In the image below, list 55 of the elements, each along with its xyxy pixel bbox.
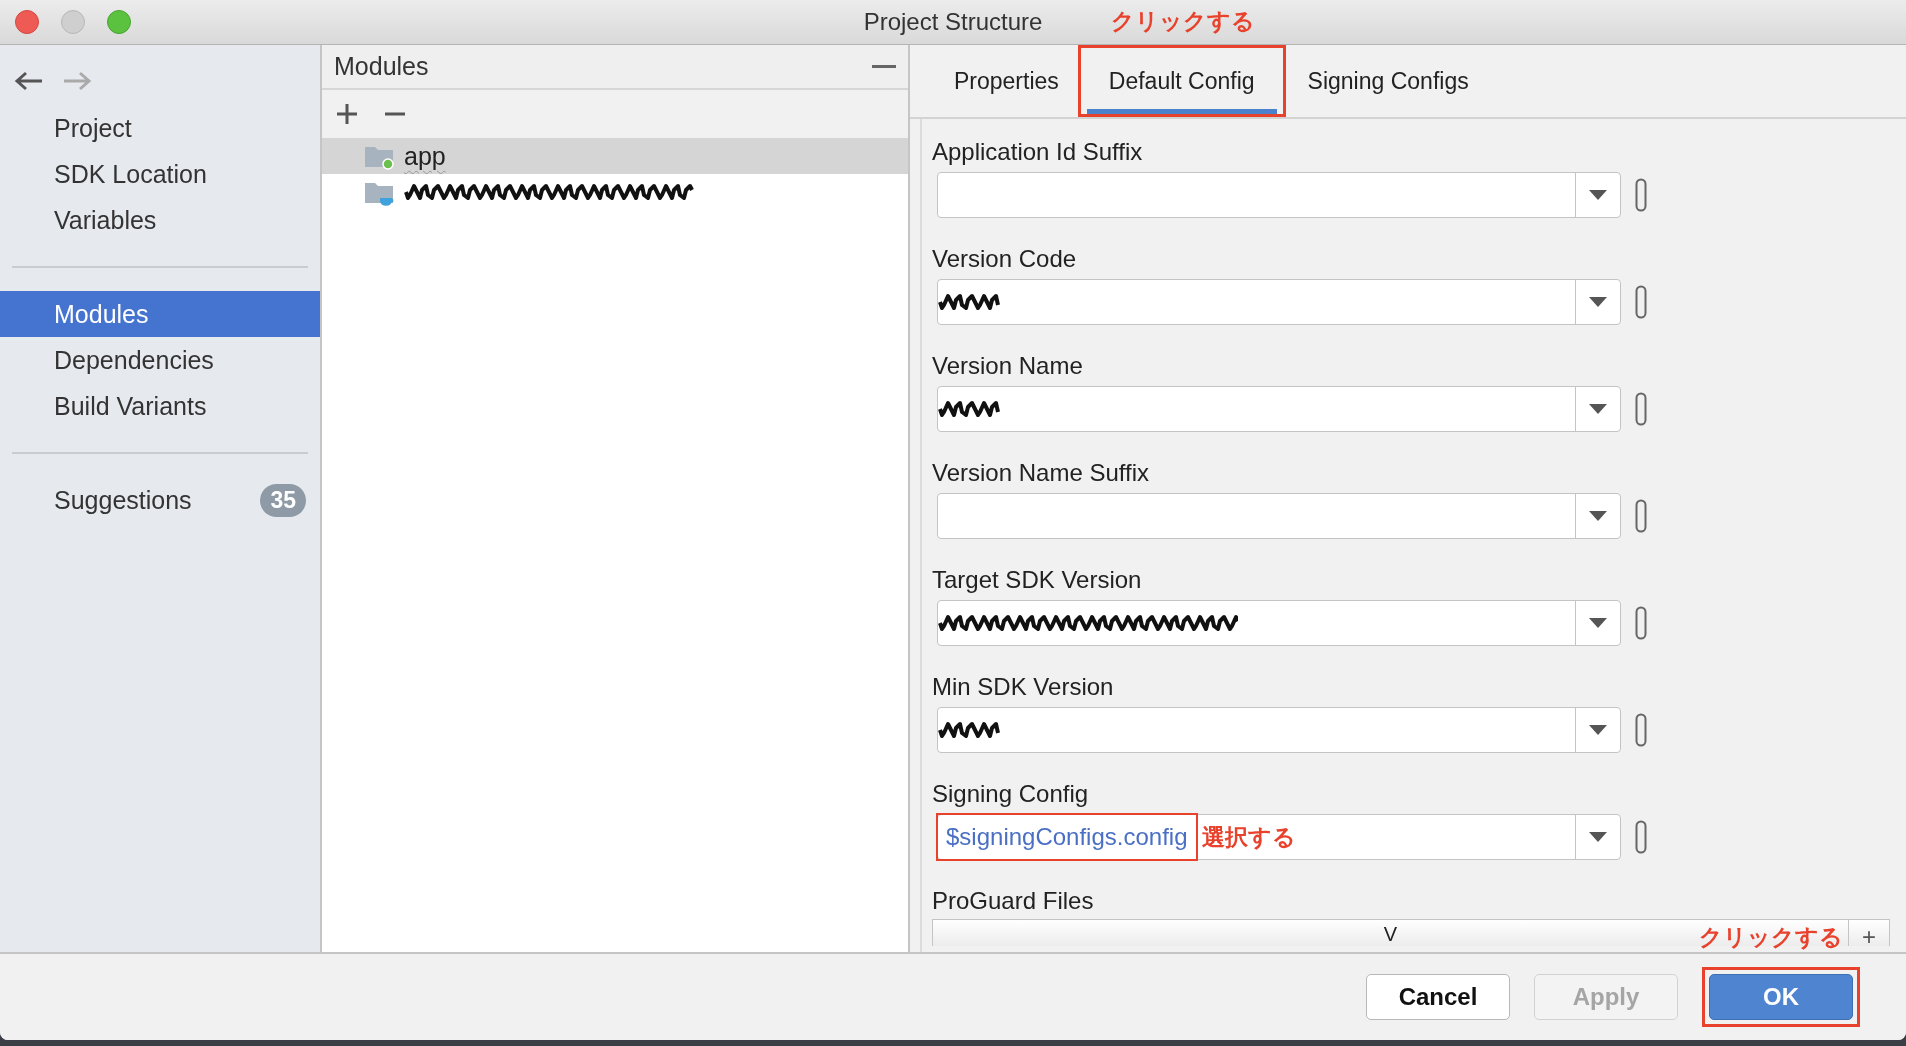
dropdown-caret-icon [1589,511,1607,521]
dropdown-caret-icon [1589,404,1607,414]
annotation-note: 選択する [1201,822,1296,852]
sidebar-item[interactable]: Project [0,105,320,151]
minimize-button[interactable] [61,10,85,34]
dialog-button[interactable]: OK [1709,974,1853,1020]
tab[interactable]: Default Config [1086,48,1277,114]
column-header: V [1383,922,1398,947]
zoom-button[interactable] [107,10,131,34]
capsule-icon [1635,499,1647,533]
combo-box[interactable] [937,600,1621,646]
tab[interactable]: Properties [932,45,1081,117]
add-icon[interactable] [336,103,358,125]
field-label: Version Code [932,244,1078,274]
capsule-icon [1635,606,1647,640]
back-arrow-icon [14,71,44,91]
dropdown-caret-icon [1589,832,1607,842]
capsule-icon [1635,178,1647,212]
field-label: Min SDK Version [932,672,1115,702]
module-row[interactable]: app [322,138,908,174]
annotation-note: クリックする [1110,7,1255,36]
combo-box[interactable]: $signingConfigs.config 選択する [937,814,1621,860]
dropdown-caret-icon [1589,297,1607,307]
sidebar-item[interactable]: Suggestions 35 [0,477,320,523]
annotation-note: クリックする [1699,923,1843,952]
forward-arrow-icon [62,71,92,91]
sidebar-item[interactable]: Modules [0,291,320,337]
tab[interactable]: Signing Configs [1285,45,1491,117]
field-value: $signingConfigs.config [946,823,1188,851]
dropdown-caret-icon [1589,618,1607,628]
sidebar-item[interactable]: SDK Location [0,151,320,197]
window-title: Project Structure [863,8,1043,36]
sidebar-label: Suggestions [54,485,193,515]
dropdown-caret-icon [1589,725,1607,735]
field-label: ProGuard Files [932,886,1095,916]
close-button[interactable] [15,10,39,34]
panel-title: Modules [334,52,429,81]
sidebar-item[interactable]: Dependencies [0,337,320,383]
capsule-icon [1635,713,1647,747]
add-button[interactable]: + [1848,920,1889,946]
field-label: Version Name [932,351,1084,381]
field-label: Signing Config [932,779,1090,809]
module-name: app [404,141,446,171]
collapse-icon [872,64,896,69]
capsule-icon [1635,820,1647,854]
capsule-icon [1635,285,1647,319]
field-label: Application Id Suffix [932,137,1144,167]
field-label: Version Name Suffix [932,458,1150,488]
dropdown-caret-icon [1589,190,1607,200]
capsule-icon [1635,392,1647,426]
count-badge: 35 [260,483,306,517]
sidebar-item[interactable]: Build Variants [0,383,320,429]
sidebar-item[interactable]: Variables [0,197,320,243]
dialog-button[interactable]: Cancel [1366,974,1510,1020]
field-label: Target SDK Version [932,565,1143,595]
